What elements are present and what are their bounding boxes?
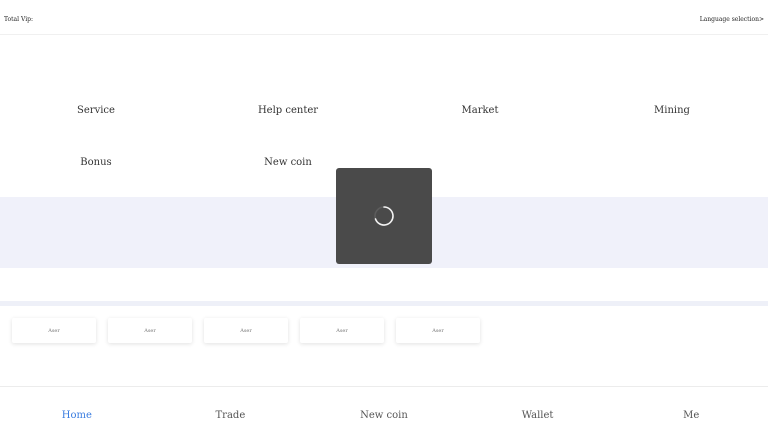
user-card[interactable]: Aser	[300, 318, 384, 343]
menu-item-market[interactable]: Market	[384, 105, 576, 116]
bottom-tab-bar: Home Trade New coin Wallet Me	[0, 410, 768, 430]
menu-item-new-coin[interactable]: New coin	[192, 157, 384, 168]
menu-item-mining[interactable]: Mining	[576, 105, 768, 116]
user-card[interactable]: Aser	[108, 318, 192, 343]
user-card[interactable]: Aser	[396, 318, 480, 343]
app-page: Total Vip: Language selection> Service H…	[0, 0, 768, 432]
tab-new-coin[interactable]: New coin	[307, 410, 461, 421]
user-cards: Aser Aser Aser Aser Aser	[0, 318, 768, 344]
tab-home[interactable]: Home	[0, 410, 154, 421]
language-selection-link[interactable]: Language selection>	[700, 16, 764, 23]
user-card[interactable]: Aser	[12, 318, 96, 343]
menu-item-bonus[interactable]: Bonus	[0, 157, 192, 168]
user-card[interactable]: Aser	[204, 318, 288, 343]
tab-me[interactable]: Me	[614, 410, 768, 421]
section-divider	[0, 301, 768, 306]
total-vip-label: Total Vip:	[4, 16, 33, 23]
tab-trade[interactable]: Trade	[154, 410, 308, 421]
loading-overlay	[336, 168, 432, 264]
tab-wallet[interactable]: Wallet	[461, 410, 615, 421]
loading-spinner-icon	[374, 206, 394, 226]
menu-item-help-center[interactable]: Help center	[192, 105, 384, 116]
header: Total Vip: Language selection>	[0, 0, 768, 35]
tabbar-divider	[0, 386, 768, 387]
menu-item-service[interactable]: Service	[0, 105, 192, 116]
